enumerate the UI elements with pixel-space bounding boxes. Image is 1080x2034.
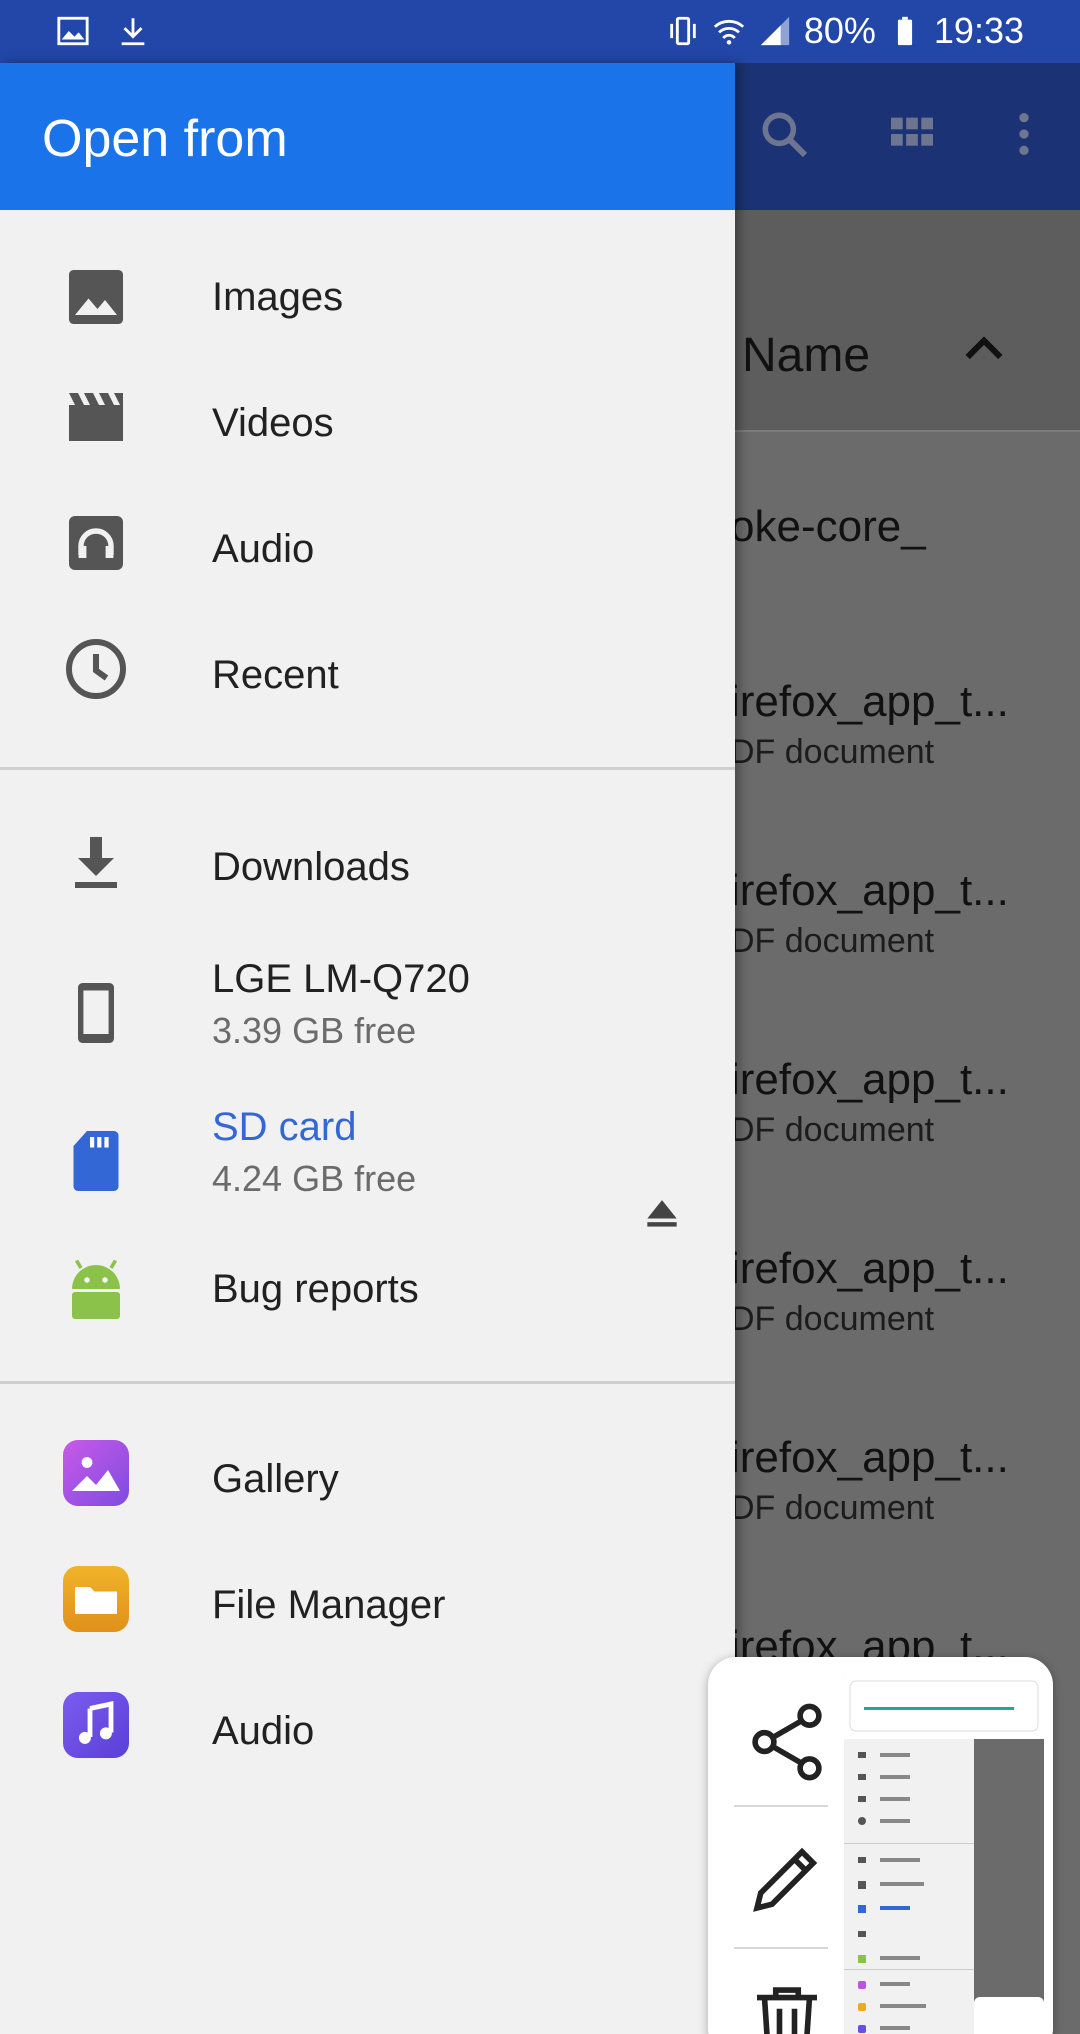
- download-icon: [75, 837, 117, 888]
- drawer-item-label: Gallery: [212, 1457, 339, 1501]
- storage-free-text: 4.24 GB free: [212, 1158, 417, 1199]
- clock-time: 19:33: [933, 10, 1024, 51]
- sort-ascending-icon[interactable]: [956, 322, 1012, 378]
- drawer-item-audio-app[interactable]: Audio: [0, 1675, 735, 1785]
- file-name: irefox_app_t...: [730, 677, 1009, 726]
- drawer-item-label: LGE LM-Q720: [212, 957, 470, 1001]
- file-name: irefox_app_t...: [730, 866, 1009, 915]
- drawer-item-images[interactable]: Images: [0, 241, 735, 351]
- drawer-title: Open from: [42, 110, 288, 168]
- toolbar-divider: [734, 1805, 828, 1807]
- drawer-item-label: SD card: [212, 1105, 357, 1149]
- toolbar-divider: [734, 1947, 828, 1949]
- drawer-item-label: Audio: [212, 1709, 315, 1753]
- grid-view-icon[interactable]: [884, 106, 940, 162]
- download-notification-icon: [121, 18, 145, 46]
- battery-percent: 80%: [803, 10, 876, 51]
- drawer-item-label: File Manager: [212, 1583, 446, 1627]
- file-row[interactable]: irefox_app_t... DF document: [730, 866, 1080, 961]
- file-name: oke-core_: [730, 502, 926, 551]
- file-name: irefox_app_t...: [730, 1433, 1009, 1482]
- drawer-item-videos[interactable]: Videos: [0, 367, 735, 477]
- file-row[interactable]: irefox_app_t... DF document: [730, 677, 1080, 772]
- more-options-icon[interactable]: [996, 106, 1052, 162]
- drawer-item-downloads[interactable]: Downloads: [0, 811, 735, 921]
- sd-card-icon: [73, 1131, 119, 1191]
- drawer-item-file-manager[interactable]: File Manager: [0, 1549, 735, 1659]
- delete-icon[interactable]: [742, 1975, 832, 2034]
- drawer-item-audio[interactable]: Audio: [0, 493, 735, 603]
- drawer-item-gallery[interactable]: Gallery: [0, 1423, 735, 1533]
- file-type: DF document: [730, 733, 935, 771]
- clock-icon: [66, 639, 126, 699]
- file-type: DF document: [730, 1111, 935, 1149]
- image-notification-icon: [57, 16, 89, 46]
- drawer-divider: [0, 1381, 735, 1384]
- screenshot-toolbar: [708, 1657, 1053, 2034]
- file-row[interactable]: oke-core_: [730, 502, 1080, 552]
- search-icon[interactable]: [756, 106, 812, 162]
- file-name: irefox_app_t...: [730, 1244, 1009, 1293]
- drawer-item-label: Audio: [212, 527, 315, 571]
- sort-label[interactable]: Name: [742, 328, 870, 383]
- drawer-item-label: Recent: [212, 653, 339, 697]
- headphones-icon: [69, 516, 123, 570]
- vibrate-icon: [670, 16, 696, 46]
- image-icon: [69, 270, 123, 324]
- movie-icon: [69, 393, 123, 441]
- android-icon: [72, 1259, 120, 1319]
- share-icon[interactable]: [742, 1697, 832, 1787]
- drawer-item-sd-card[interactable]: SD card 4.24 GB free: [0, 1085, 735, 1235]
- file-row[interactable]: irefox_app_t... DF document: [730, 1244, 1080, 1339]
- drawer-divider: [0, 767, 735, 770]
- drawer-item-recent[interactable]: Recent: [0, 619, 735, 729]
- drawer-item-label: Videos: [212, 401, 334, 445]
- eject-icon[interactable]: [640, 1191, 684, 1235]
- thumbnail-preview-image: [844, 1667, 1044, 2034]
- drawer-item-label: Images: [212, 275, 344, 319]
- signal-icon: [760, 16, 790, 46]
- navigation-drawer: Open from Images Videos Audio Recent Dow…: [0, 63, 735, 2034]
- phone-icon: [78, 983, 114, 1043]
- file-type: DF document: [730, 922, 935, 960]
- drawer-header: Open from: [0, 63, 735, 210]
- file-type: DF document: [730, 1300, 935, 1338]
- drawer-item-label: Bug reports: [212, 1267, 419, 1311]
- file-type: DF document: [730, 1489, 935, 1527]
- storage-free-text: 3.39 GB free: [212, 1010, 417, 1051]
- battery-icon: [897, 16, 912, 46]
- gallery-app-icon: [63, 1440, 129, 1506]
- file-row[interactable]: irefox_app_t... DF document: [730, 1433, 1080, 1528]
- drawer-item-bug-reports[interactable]: Bug reports: [0, 1233, 735, 1343]
- file-name: irefox_app_t...: [730, 1055, 1009, 1104]
- drawer-item-label: Downloads: [212, 845, 410, 889]
- status-bar: 80% 19:33: [0, 0, 1080, 63]
- drawer-item-device-storage[interactable]: LGE LM-Q720 3.39 GB free: [0, 937, 735, 1087]
- file-row[interactable]: irefox_app_t... DF document: [730, 1055, 1080, 1150]
- edit-icon[interactable]: [742, 1833, 832, 1923]
- wifi-icon: [713, 19, 744, 45]
- file-manager-app-icon: [63, 1566, 129, 1632]
- audio-app-icon: [63, 1692, 129, 1758]
- screenshot-thumbnail[interactable]: [844, 1667, 1044, 2034]
